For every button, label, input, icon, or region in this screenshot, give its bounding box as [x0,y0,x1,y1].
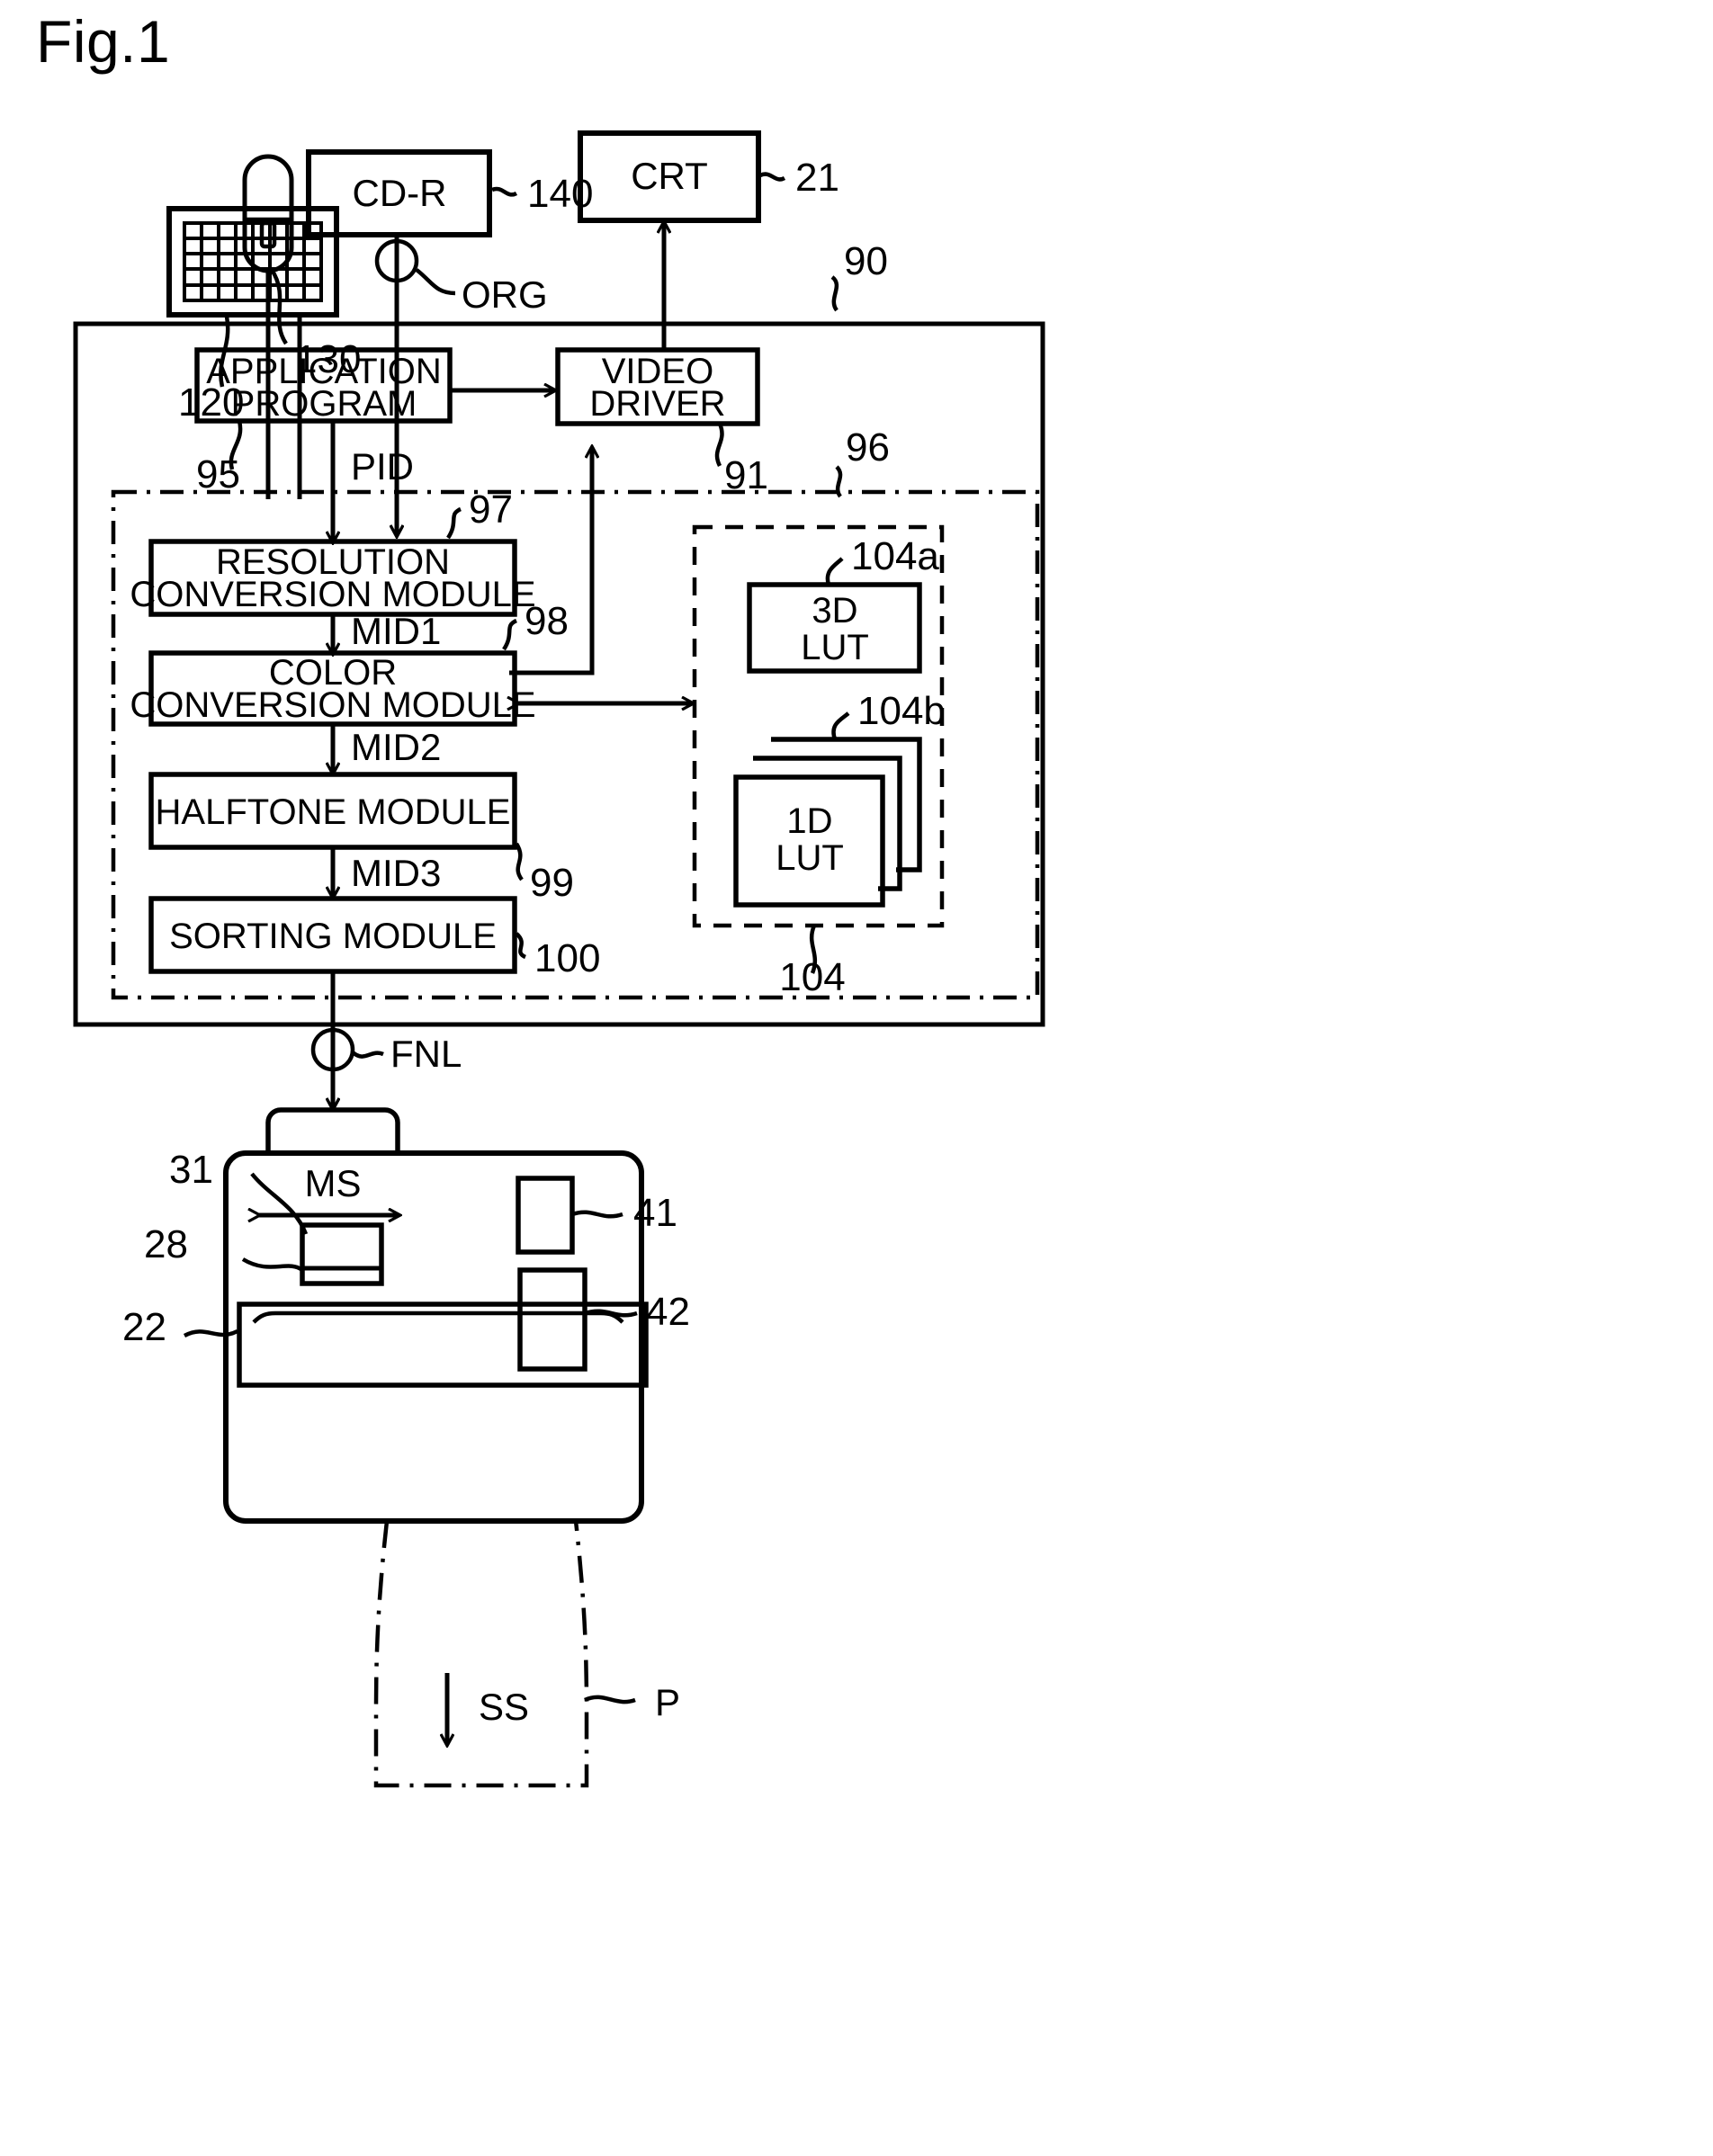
org-label-leader [415,268,456,296]
lut-group-ref: 104 [779,955,845,999]
printer-driver-ref-leader [835,465,843,498]
sorting-module-line1: SORTING MODULE [169,917,497,956]
crt-label: CRT [631,155,708,197]
platen-leader [183,1328,239,1338]
color-ref-leader [502,618,518,651]
paper-outline [373,1520,589,1788]
print-head [300,1222,384,1286]
keyboard-icon [166,206,339,318]
cdr-label: CD-R [353,172,447,214]
paper-leader [584,1695,636,1704]
cdr-ref-leader [491,186,518,197]
sub-scan-label: SS [479,1686,529,1728]
head-ref: 28 [144,1222,188,1266]
cartridge-lower [517,1267,587,1372]
platen-ref: 22 [122,1305,166,1349]
lut-3d-ref-leader [825,557,844,586]
fnl-label-leader [351,1051,384,1059]
video-driver-line2: DRIVER [589,384,725,424]
org-signal-label: ORG [462,273,548,316]
halftone-module-ref: 99 [530,861,574,905]
diagram-svg: CD-R 140 CRT 21 120 130 ORG 90 APPLICATI… [73,130,1045,1788]
pid-signal-label: PID [351,445,414,488]
video-driver-ref: 91 [724,453,768,497]
video-ref-leader [714,423,724,468]
application-program-ref: 95 [196,452,240,497]
lut-1d-ref-leader [831,711,850,740]
cartridge-upper-ref: 41 [633,1191,677,1235]
sorting-module-ref: 100 [534,936,600,980]
crt-ref-leader [758,172,786,182]
lut-3d-ref: 104a [851,534,939,578]
resolution-module-line2: CONVERSION MODULE [130,575,535,614]
carriage-leader [250,1172,309,1235]
lut-1d-line2: LUT [776,838,844,878]
computer-ref-leader [830,275,839,312]
lut-1d-line1: 1D [786,801,832,841]
cartridge-lower-ref: 42 [646,1290,690,1334]
paper-label: P [655,1681,680,1723]
lut-3d-line2: LUT [801,628,869,667]
color-module-ref: 98 [525,599,569,643]
cartridge41-leader [571,1210,623,1219]
carriage-ref: 31 [169,1148,213,1192]
crt-ref: 21 [795,156,839,200]
fnl-signal-label: FNL [390,1033,462,1075]
color-module-line2: CONVERSION MODULE [130,685,535,725]
mid2-signal-label: MID2 [351,726,441,768]
computer-ref: 90 [844,239,888,283]
halftone-module-line1: HALFTONE MODULE [156,792,511,832]
resolution-module-ref: 97 [469,488,513,532]
cdr-ref: 140 [527,172,593,216]
mid3-signal-label: MID3 [351,852,441,894]
application-program-line2: PROGRAM [231,384,417,424]
printer-driver-ref: 96 [846,425,890,470]
mouse-ref-leader [270,268,288,345]
cartridge-upper [516,1176,575,1255]
lut-1d-ref: 104b [857,689,946,733]
lut-3d-line1: 3D [812,591,857,631]
printer-body [223,1107,644,1524]
halftone-ref-leader [515,842,524,881]
mid1-signal-label: MID1 [351,610,441,652]
resolution-ref-leader [446,506,462,540]
head-leader [241,1257,304,1272]
main-scan-label: MS [305,1162,362,1204]
sorting-ref-leader [515,932,527,960]
figure-canvas: Fig.1 CD-R 140 CRT 21 120 130 ORG 90 APP… [0,0,1713,2156]
